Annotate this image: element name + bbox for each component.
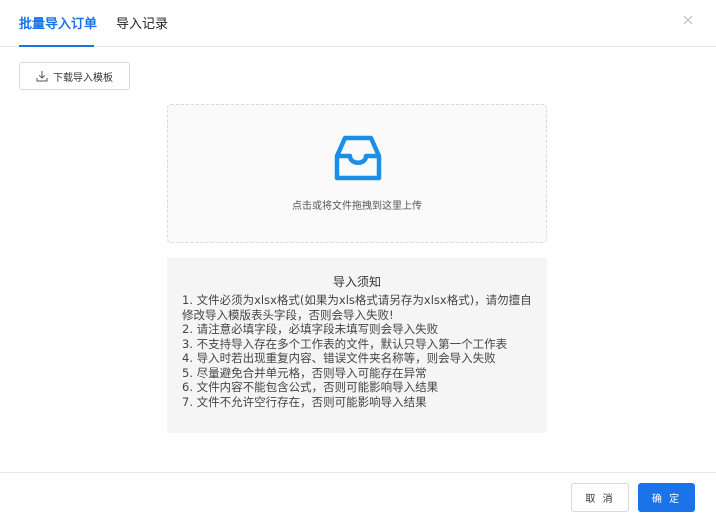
tab-batch-import[interactable]: 批量导入订单 (19, 13, 97, 32)
download-template-label: 下载导入模板 (53, 72, 113, 84)
upload-hint: 点击或将文件拖拽到这里上传 (292, 201, 422, 212)
dialog-header: 批量导入订单 导入记录 (0, 0, 716, 47)
dialog-footer: 取 消 确 定 (0, 472, 716, 520)
inbox-icon (334, 135, 382, 181)
notes-item: 7. 文件不允许空行存在，否则可能影响导入结果 (182, 394, 427, 409)
tab-import-record[interactable]: 导入记录 (116, 13, 168, 32)
download-template-button[interactable]: 下载导入模板 (19, 62, 130, 90)
download-icon (36, 71, 48, 82)
cancel-button[interactable]: 取 消 (571, 483, 629, 512)
import-notes-panel: 导入须知 1. 文件必须为xlsx格式(如果为xls格式请另存为xlsx格式)，… (167, 258, 547, 433)
notes-item: 5. 尽量避免合并单元格，否则导入可能存在异常 (182, 365, 427, 380)
active-tab-indicator (19, 45, 94, 47)
confirm-button[interactable]: 确 定 (638, 483, 695, 512)
notes-item: 1. 文件必须为xlsx格式(如果为xls格式请另存为xlsx格式)，请勿擅自修… (182, 293, 532, 322)
notes-item: 4. 导入时若出现重复内容、错误文件夹名称等，则会导入失败 (182, 351, 496, 365)
import-notes-title: 导入须知 (332, 275, 381, 289)
notes-item: 3. 不支持导入存在多个工作表的文件，默认只导入第一个工作表 (182, 336, 508, 351)
upload-dropzone[interactable]: 点击或将文件拖拽到这里上传 (167, 104, 547, 243)
import-notes-list: 1. 文件必须为xlsx格式(如果为xls格式请另存为xlsx格式)，请勿擅自修… (182, 293, 534, 409)
notes-item: 2. 请注意必填字段，必填字段未填写则会导入失败 (182, 322, 439, 336)
notes-item: 6. 文件内容不能包含公式，否则可能影响导入结果 (182, 380, 439, 394)
close-icon[interactable] (681, 13, 695, 27)
